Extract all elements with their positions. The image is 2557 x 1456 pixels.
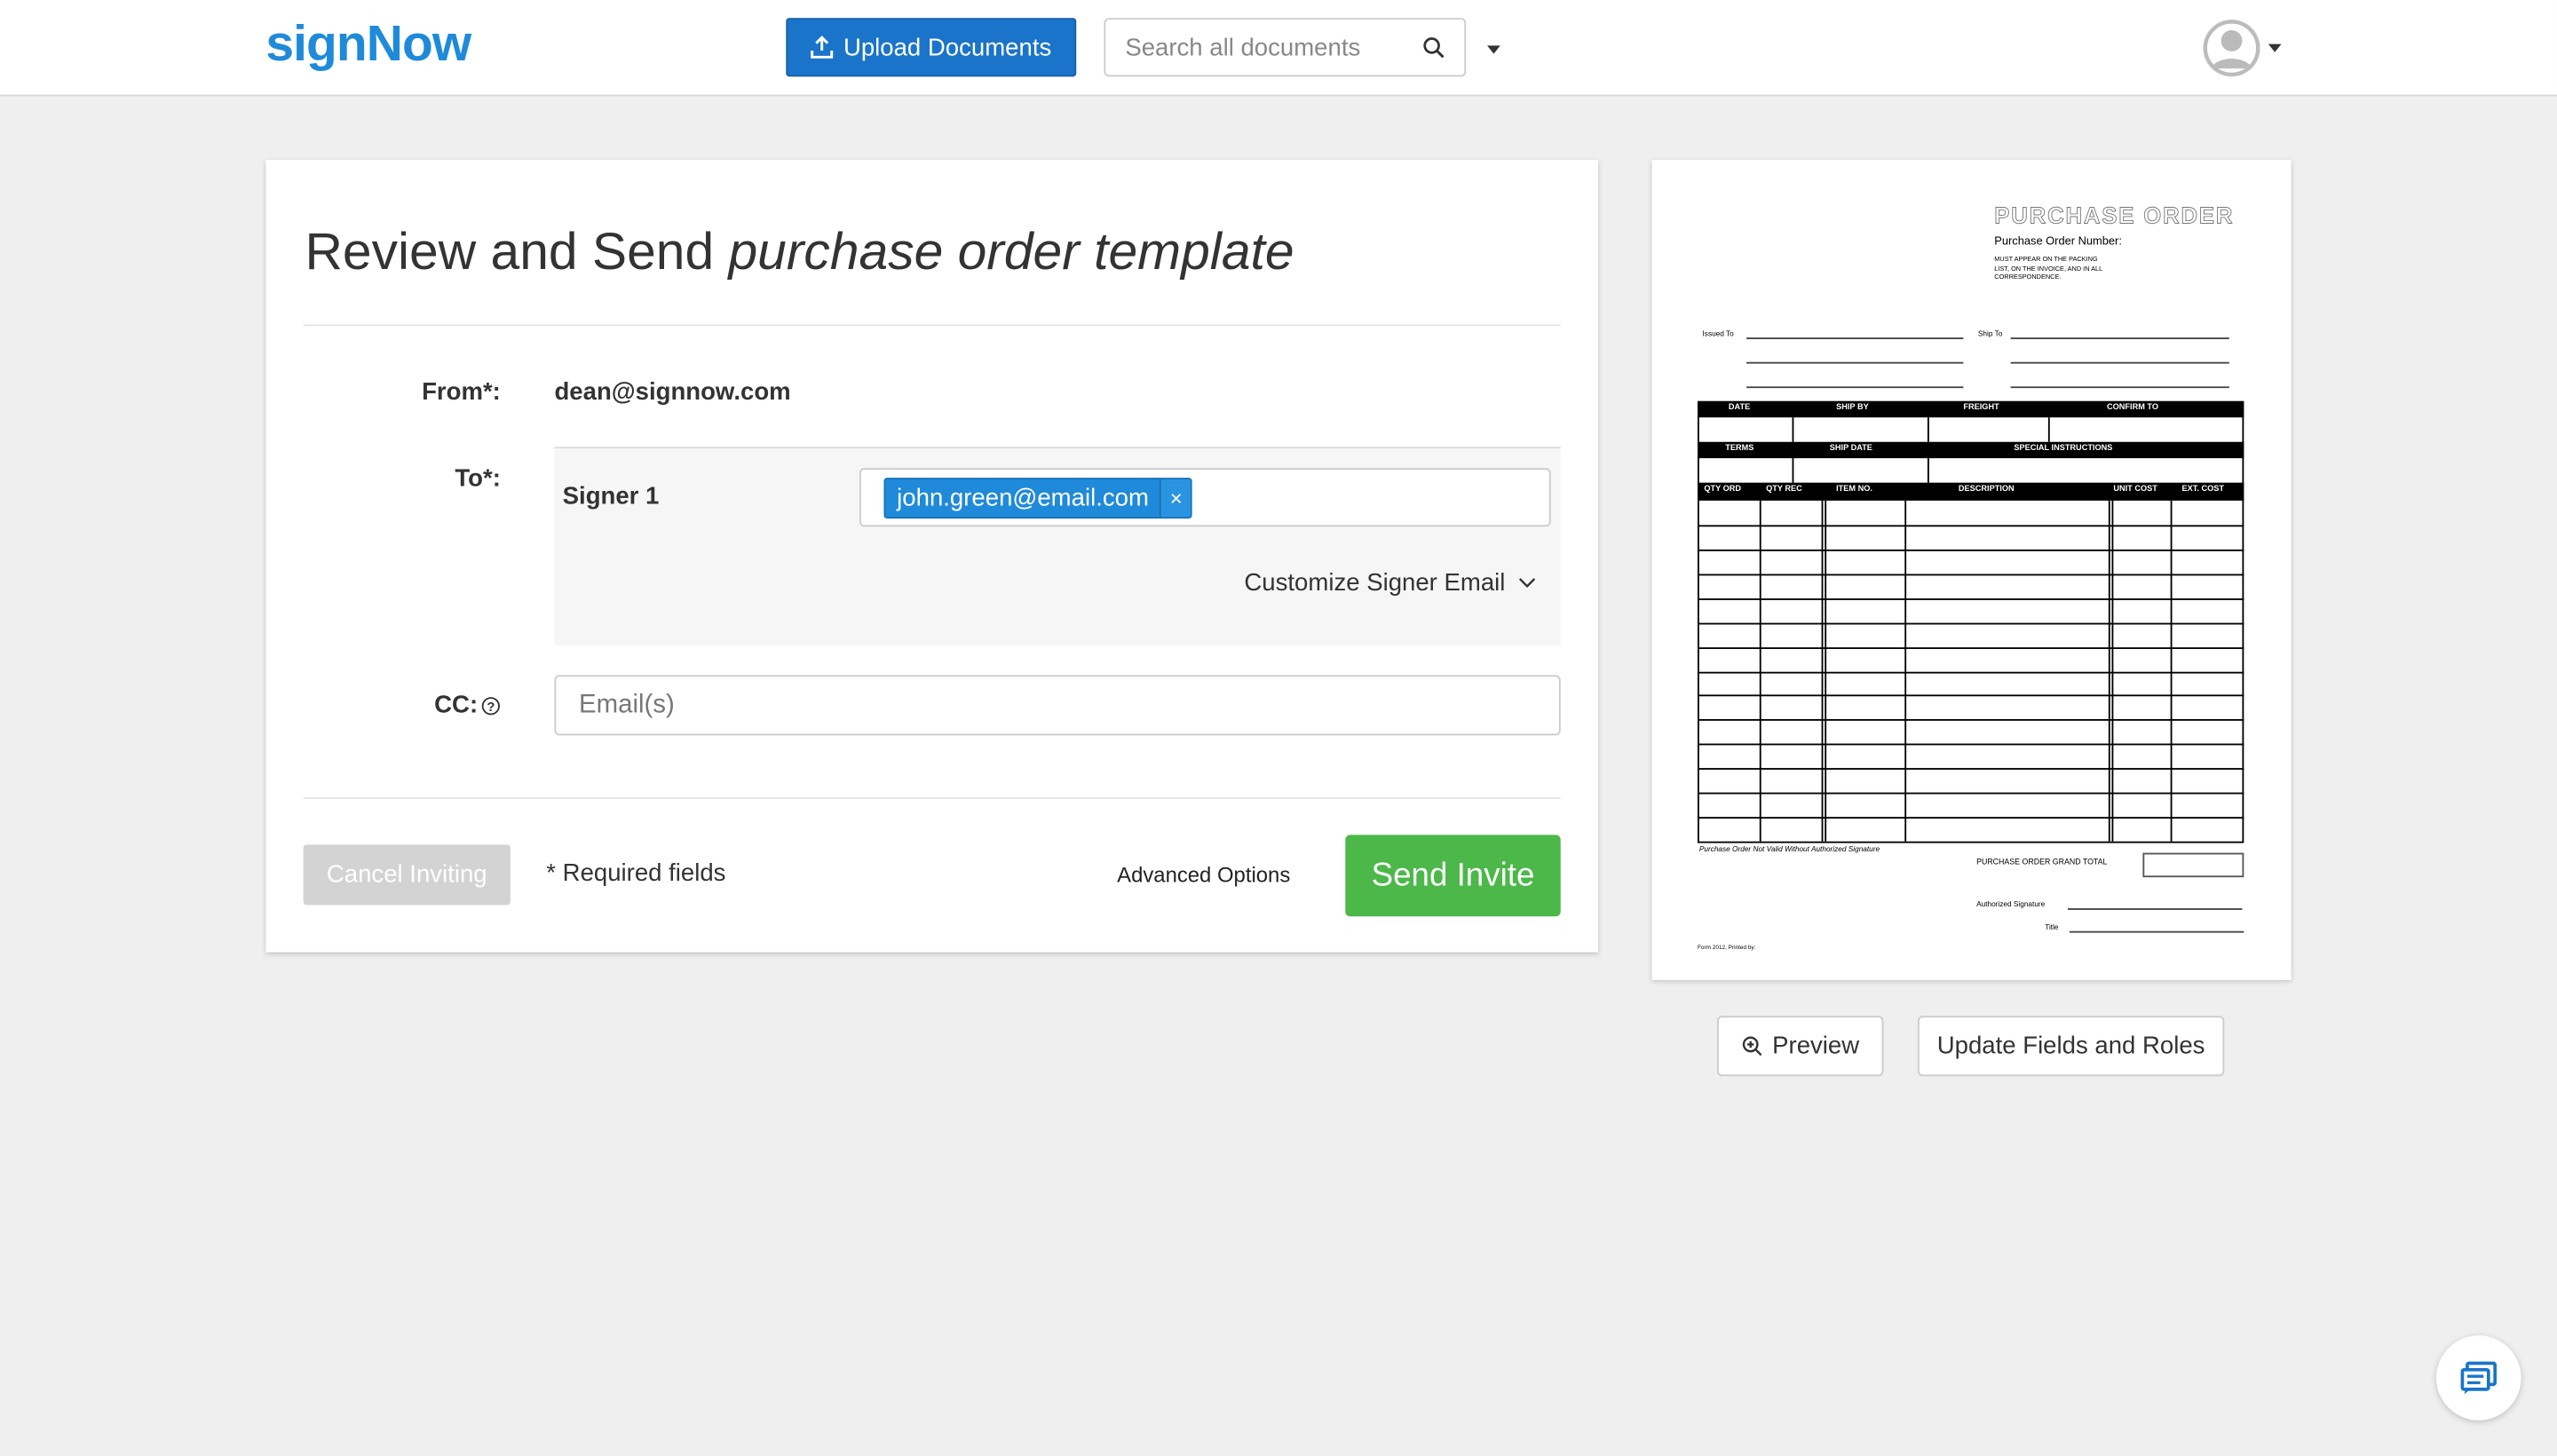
doc-col-line <box>2108 500 2110 842</box>
doc-row-line <box>1698 597 2244 600</box>
review-send-card: Review and Send purchase order template … <box>265 159 1598 953</box>
update-fields-and-roles-button[interactable]: Update Fields and Roles <box>1917 1016 2225 1077</box>
search-input[interactable]: Search all documents <box>1104 18 1467 77</box>
preview-label: Preview <box>1772 1032 1860 1060</box>
zoom-in-icon <box>1742 1036 1762 1056</box>
doc-col-line <box>2111 500 2114 842</box>
top-bar: signNow Upload Documents Search all docu… <box>0 0 2557 97</box>
from-value: dean@signnow.com <box>554 378 791 407</box>
doc-items-header: QTY ORD QTY REC ITEM NO. DESCRIPTION UNIT CO… <box>1698 482 2244 501</box>
doc-row-line <box>1698 792 2244 795</box>
search-placeholder: Search all documents <box>1125 33 1361 61</box>
doc-form-number: Form 2012, Printed by: <box>1698 944 1756 951</box>
doc-row-line <box>1698 525 2244 527</box>
doc-row-line <box>1698 768 2244 771</box>
customize-label: Customize Signer Email <box>1244 569 1506 597</box>
doc-row-line <box>1698 817 2244 819</box>
doc-col-line <box>1904 500 1907 842</box>
send-invite-button[interactable]: Send Invite <box>1345 835 1561 917</box>
required-fields-note: * Required fields <box>546 859 726 888</box>
doc-row1-header: DATE SHIP BY FREIGHT CONFIRM TO <box>1698 400 2244 418</box>
doc-col-line <box>1821 500 1824 842</box>
doc-row-line <box>1698 574 2244 575</box>
signer-email-input[interactable]: john.green@email.com × <box>859 468 1551 527</box>
doc-issued-to: Issued To <box>1702 329 1734 338</box>
document-name: purchase order template <box>728 221 1294 281</box>
signer-label: Signer 1 <box>562 482 660 510</box>
cc-label: CC: <box>434 691 479 719</box>
divider <box>303 324 1561 327</box>
upload-documents-button[interactable]: Upload Documents <box>786 18 1077 77</box>
upload-label: Upload Documents <box>843 33 1052 61</box>
chat-icon <box>2460 1361 2497 1395</box>
to-label: To*: <box>455 464 501 493</box>
search-options-dropdown[interactable] <box>1487 45 1500 54</box>
cc-email-input[interactable]: Email(s) <box>554 675 1561 736</box>
help-icon[interactable]: ? <box>481 695 501 715</box>
remove-token-button[interactable]: × <box>1160 479 1191 518</box>
doc-title: PURCHASE ORDER <box>1994 202 2235 229</box>
doc-row-line <box>1698 744 2244 746</box>
email-token: john.green@email.com × <box>883 478 1192 519</box>
page-title: Review and Send purchase order template <box>305 222 1294 282</box>
doc-auth-signature: Authorized Signature <box>1976 899 2046 909</box>
upload-icon <box>811 36 834 59</box>
account-menu-dropdown[interactable] <box>2268 44 2282 52</box>
doc-row2-header: TERMS SHIP DATE SPECIAL INSTRUCTIONS <box>1698 441 2244 459</box>
cancel-inviting-button[interactable]: Cancel Inviting <box>303 844 511 906</box>
cc-label-group: CC: ? <box>305 692 500 719</box>
svg-text:?: ? <box>487 700 495 714</box>
preview-button[interactable]: Preview <box>1717 1016 1884 1077</box>
signer-panel: Signer 1 john.green@email.com × Customiz… <box>554 447 1561 646</box>
document-thumbnail[interactable]: PURCHASE ORDER Purchase Order Number: MU… <box>1651 159 2292 980</box>
doc-row-line <box>1698 695 2244 698</box>
divider <box>303 797 1561 799</box>
title-prefix: Review and Send <box>305 221 729 281</box>
token-email: john.green@email.com <box>897 484 1149 512</box>
doc-row-line <box>1698 646 2244 649</box>
doc-col-line <box>1759 500 1761 842</box>
from-label: From*: <box>422 378 501 407</box>
doc-ship-to: Ship To <box>1977 329 2003 338</box>
doc-col-line <box>1825 500 1827 842</box>
doc-row-line <box>1698 549 2244 551</box>
doc-po-number: Purchase Order Number: <box>1994 236 2122 249</box>
user-icon <box>2204 20 2260 76</box>
doc-title-field: Title <box>2045 922 2059 931</box>
avatar[interactable] <box>2203 20 2260 77</box>
doc-not-valid: Purchase Order Not Valid Without Authori… <box>1698 844 1880 853</box>
doc-col-line <box>2170 500 2173 842</box>
chevron-down-icon <box>1519 578 1536 588</box>
doc-note: MUST APPEAR ON THE PACKING LIST, ON THE I… <box>1994 254 2103 281</box>
cc-placeholder: Email(s) <box>579 690 675 719</box>
doc-row-line <box>1698 621 2244 624</box>
advanced-options-link[interactable]: Advanced Options <box>1117 863 1290 888</box>
doc-grand-total: PURCHASE ORDER GRAND TOTAL <box>1976 859 2108 868</box>
customize-signer-email-toggle[interactable]: Customize Signer Email <box>1244 569 1536 597</box>
signnow-logo[interactable]: signNow <box>265 15 471 74</box>
search-icon[interactable] <box>1422 36 1445 59</box>
doc-row-line <box>1698 719 2244 722</box>
doc-row-line <box>1698 670 2244 673</box>
chat-button[interactable] <box>2436 1335 2521 1420</box>
